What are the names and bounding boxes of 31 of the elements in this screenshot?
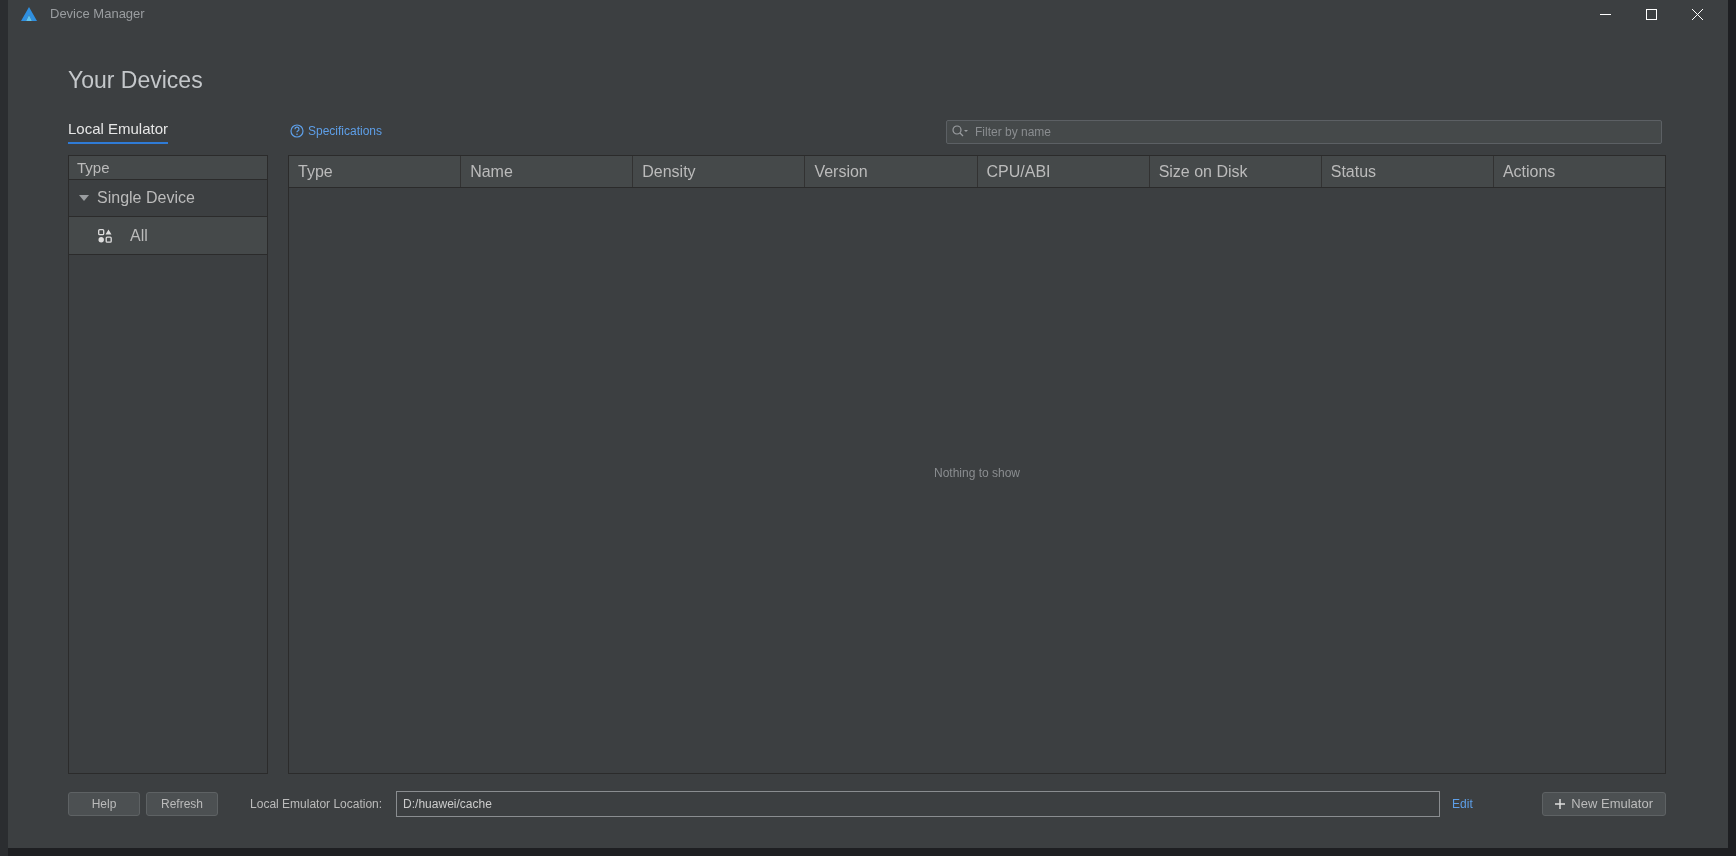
footer-button[interactable]: Help xyxy=(68,792,140,816)
close-icon xyxy=(1691,8,1703,20)
location-label: Local Emulator Location: xyxy=(250,796,383,813)
window-title: Device Manager xyxy=(50,5,145,24)
search-icon xyxy=(952,125,968,137)
column-header[interactable]: CPU/ABI xyxy=(976,156,1149,187)
specifications-link[interactable]: Specifications xyxy=(290,122,383,140)
empty-message: Nothing to show xyxy=(933,464,1021,482)
location-field[interactable]: D:/huawei/cache xyxy=(396,791,1441,817)
maximize-icon xyxy=(1645,8,1657,20)
caret-icon xyxy=(79,195,89,201)
tab[interactable]: Local Emulator xyxy=(68,118,169,144)
new-emulator-button[interactable]: New Emulator xyxy=(1542,792,1666,816)
column-header[interactable]: Name xyxy=(460,156,633,187)
tree-item[interactable]: All xyxy=(69,217,267,255)
app-logo-icon xyxy=(20,6,38,22)
column-header[interactable]: Density xyxy=(632,156,805,187)
column-header[interactable]: Type xyxy=(289,156,461,187)
plus-icon xyxy=(1555,799,1566,809)
page-heading: Your Devices xyxy=(68,66,204,95)
shapes-icon xyxy=(98,228,112,243)
column-header[interactable]: Version xyxy=(804,156,977,187)
filter-field[interactable]: Filter by name xyxy=(946,120,1662,144)
column-header[interactable]: Actions xyxy=(1492,156,1665,187)
edit-link[interactable]: Edit xyxy=(1452,795,1473,813)
column-header[interactable]: Status xyxy=(1320,156,1493,187)
column-header[interactable]: Size on Disk xyxy=(1148,156,1321,187)
footer-button[interactable]: Refresh xyxy=(146,792,219,816)
minimize-icon xyxy=(1599,13,1611,15)
help-icon xyxy=(290,124,304,138)
panel-header: Type xyxy=(69,156,267,180)
